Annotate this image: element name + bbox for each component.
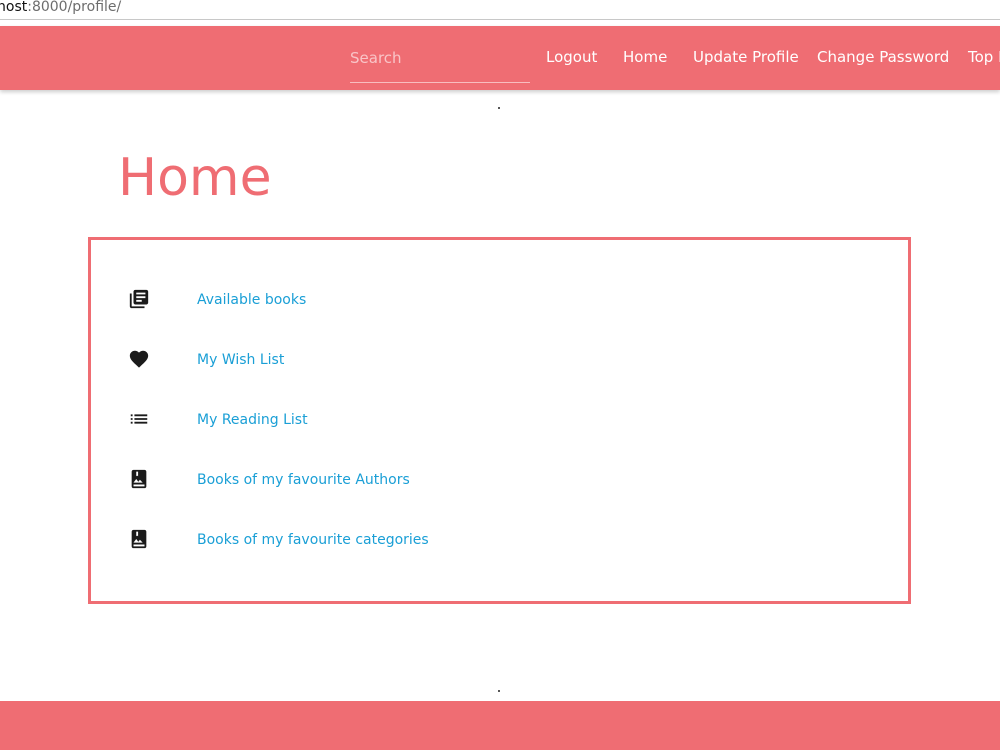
nav-update-profile-link[interactable]: Update Profile	[693, 47, 799, 67]
nav-home-link[interactable]: Home	[623, 47, 667, 67]
browser-url-bar[interactable]: host:8000/profile/	[0, 0, 1000, 20]
nav-top-rated-link[interactable]: Top Rated	[968, 47, 1000, 67]
menu-link-favourite-authors[interactable]: Books of my favourite Authors	[197, 471, 410, 489]
home-menu-panel: Available books My Wish List My Reading …	[88, 237, 911, 604]
book-image-icon	[131, 469, 147, 489]
search-input[interactable]	[350, 46, 530, 70]
search-field[interactable]	[350, 40, 530, 83]
url-text[interactable]: host:8000/profile/	[0, 0, 121, 16]
footer	[0, 701, 1000, 750]
menu-link-available-books[interactable]: Available books	[197, 291, 306, 309]
divider-dot	[498, 690, 500, 692]
url-path: :8000/profile/	[27, 0, 122, 15]
navbar: Logout Home Update Profile Change Passwo…	[0, 26, 1000, 90]
book-image-icon	[131, 529, 147, 549]
nav-change-password-link[interactable]: Change Password	[817, 47, 949, 67]
url-host: host	[0, 0, 28, 15]
library-books-icon	[129, 289, 149, 309]
menu-link-wish-list[interactable]: My Wish List	[197, 351, 284, 369]
list-icon	[130, 414, 148, 424]
heart-icon	[129, 350, 149, 368]
page-title: Home	[118, 148, 272, 208]
menu-link-favourite-categories[interactable]: Books of my favourite categories	[197, 531, 429, 549]
menu-link-reading-list[interactable]: My Reading List	[197, 411, 308, 429]
nav-logout-link[interactable]: Logout	[546, 47, 597, 67]
divider-dot	[498, 107, 500, 109]
